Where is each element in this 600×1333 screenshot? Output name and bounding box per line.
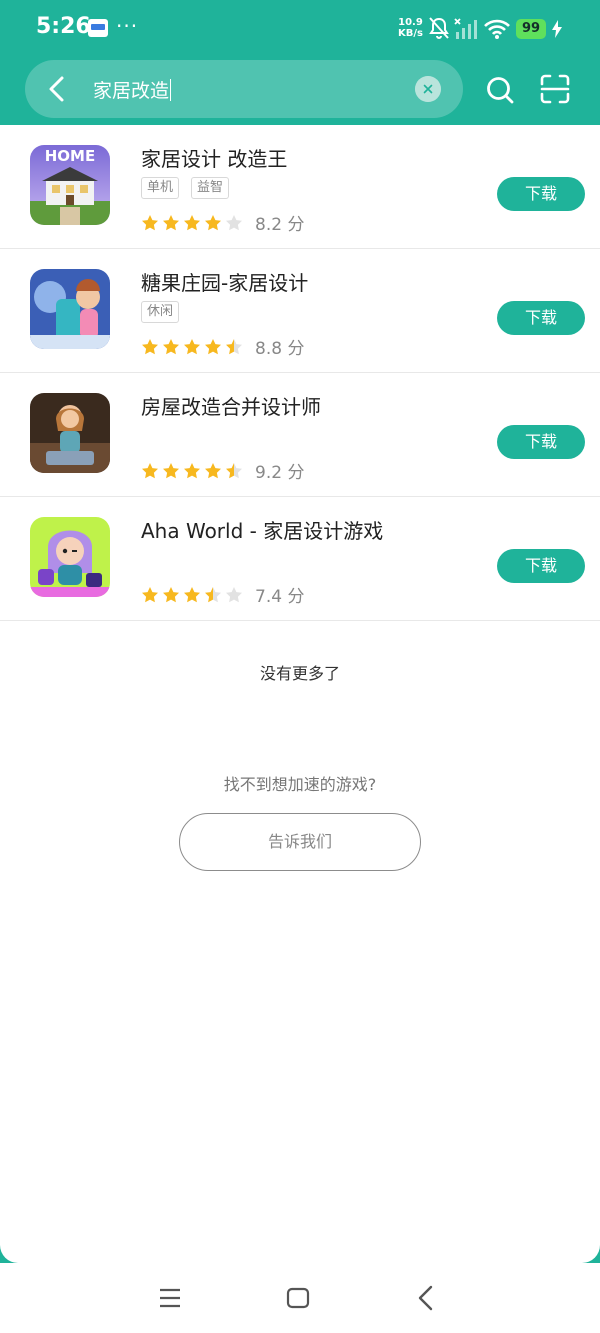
network-speed-unit: KB/s bbox=[398, 28, 423, 39]
network-speed-value: 10.9 bbox=[398, 17, 423, 28]
status-time: 5:26 bbox=[36, 14, 91, 39]
search-bar[interactable]: 家居改造 bbox=[25, 60, 463, 118]
star-full-icon bbox=[142, 338, 158, 354]
star-full-icon bbox=[184, 462, 200, 478]
score: 7.4 分 bbox=[255, 587, 305, 607]
search-icon[interactable] bbox=[485, 75, 515, 105]
rating: 9.2 分 bbox=[141, 458, 304, 483]
signal-icon bbox=[454, 18, 477, 39]
app-name[interactable]: 家居设计 改造王 bbox=[141, 143, 287, 172]
star-full-icon bbox=[184, 338, 200, 354]
not-found-prompt: 找不到想加速的游戏? bbox=[223, 775, 377, 794]
star-half-icon bbox=[226, 462, 242, 478]
star-full-icon bbox=[142, 586, 158, 602]
back-icon[interactable] bbox=[45, 75, 71, 103]
search-query: 家居改造 bbox=[93, 80, 170, 102]
menu-icon[interactable] bbox=[158, 1287, 182, 1309]
candy-character-icon bbox=[30, 269, 110, 349]
star-empty-icon bbox=[226, 586, 242, 602]
app-name[interactable]: Aha World - 家居设计游戏 bbox=[141, 515, 383, 544]
star-half-icon bbox=[226, 338, 242, 354]
more-notifications-icon: ··· bbox=[116, 14, 139, 38]
list-item[interactable]: Aha World - 家居设计游戏 7.4 分 下载 bbox=[0, 497, 600, 621]
house-icon: HOME bbox=[30, 145, 110, 225]
clear-icon[interactable] bbox=[415, 76, 441, 102]
notification-app-icon bbox=[88, 19, 108, 37]
search-input[interactable]: 家居改造 bbox=[93, 76, 172, 103]
download-button[interactable]: 下载 bbox=[497, 177, 585, 211]
network-speed: 10.9 KB/s bbox=[398, 17, 423, 39]
app-name[interactable]: 糖果庄园-家居设计 bbox=[141, 267, 308, 296]
star-full-icon bbox=[163, 214, 179, 230]
star-full-icon bbox=[205, 214, 221, 230]
star-rating bbox=[141, 462, 243, 480]
star-full-icon bbox=[163, 586, 179, 602]
star-full-icon bbox=[142, 462, 158, 478]
tag-list: 休闲 bbox=[141, 301, 180, 323]
download-button[interactable]: 下载 bbox=[497, 549, 585, 583]
back-nav-icon[interactable] bbox=[416, 1285, 436, 1311]
charging-icon bbox=[552, 20, 562, 38]
tag: 益智 bbox=[191, 177, 230, 199]
app-icon[interactable]: HOME bbox=[30, 145, 110, 225]
list-item[interactable]: 房屋改造合并设计师 9.2 分 下载 bbox=[0, 373, 600, 497]
designer-girl-icon bbox=[30, 393, 110, 473]
mute-bell-icon bbox=[429, 17, 449, 39]
star-full-icon bbox=[163, 338, 179, 354]
rating: 8.8 分 bbox=[141, 334, 304, 359]
app-name[interactable]: 房屋改造合并设计师 bbox=[141, 391, 321, 420]
list-item[interactable]: HOME 家居设计 改造王 单机 益智 8.2 分 下载 bbox=[0, 125, 600, 249]
star-half-icon bbox=[205, 586, 221, 602]
score: 9.2 分 bbox=[255, 463, 305, 483]
status-bar: 5:26 ··· 10.9 KB/s 99 bbox=[0, 0, 600, 60]
list-item[interactable]: 糖果庄园-家居设计 休闲 8.8 分 下载 bbox=[0, 249, 600, 373]
app-icon[interactable] bbox=[30, 393, 110, 473]
tag-list: 单机 益智 bbox=[141, 177, 230, 199]
no-more-label: 没有更多了 bbox=[259, 664, 340, 683]
star-rating bbox=[141, 338, 243, 356]
star-full-icon bbox=[205, 462, 221, 478]
download-button[interactable]: 下载 bbox=[497, 301, 585, 335]
top-bar: 5:26 ··· 10.9 KB/s 99 家居改造 bbox=[0, 0, 600, 125]
wifi-icon bbox=[484, 19, 510, 39]
rating: 8.2 分 bbox=[141, 210, 304, 235]
download-button[interactable]: 下载 bbox=[497, 425, 585, 459]
star-rating bbox=[141, 586, 243, 604]
tag: 单机 bbox=[141, 177, 180, 199]
app-icon[interactable] bbox=[30, 517, 110, 597]
app-icon[interactable] bbox=[30, 269, 110, 349]
star-full-icon bbox=[184, 586, 200, 602]
star-full-icon bbox=[205, 338, 221, 354]
battery-indicator: 99 bbox=[516, 19, 546, 39]
system-navigation-bar bbox=[0, 1263, 600, 1333]
star-full-icon bbox=[184, 214, 200, 230]
score: 8.2 分 bbox=[255, 215, 305, 235]
tag: 休闲 bbox=[141, 301, 180, 323]
aha-world-character-icon bbox=[30, 517, 110, 597]
score: 8.8 分 bbox=[255, 339, 305, 359]
icon-home-text: HOME bbox=[45, 147, 95, 165]
text-cursor bbox=[170, 79, 172, 101]
results-panel: HOME 家居设计 改造王 单机 益智 8.2 分 下载 糖果庄园-家居设计 休… bbox=[0, 125, 600, 1263]
tell-us-button[interactable]: 告诉我们 bbox=[179, 813, 421, 871]
rating: 7.4 分 bbox=[141, 582, 304, 607]
star-full-icon bbox=[163, 462, 179, 478]
star-empty-icon bbox=[226, 214, 242, 230]
star-rating bbox=[141, 214, 243, 232]
star-full-icon bbox=[142, 214, 158, 230]
home-icon[interactable] bbox=[286, 1287, 310, 1309]
scan-icon[interactable] bbox=[540, 74, 570, 104]
